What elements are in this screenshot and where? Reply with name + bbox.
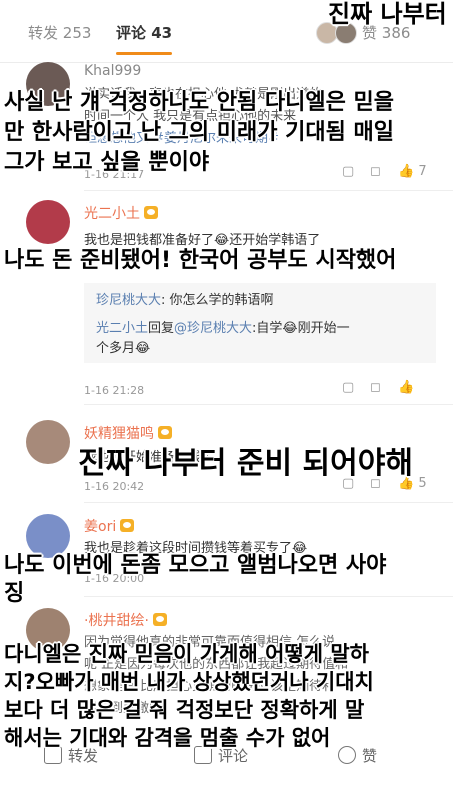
- reply-text: 个多月😂: [96, 341, 151, 356]
- subtitle-line: 사실 난 걔 걱정하나도 안됨 다니엘은 믿을: [4, 90, 395, 115]
- comment-username[interactable]: Khal999: [84, 63, 141, 79]
- reply-text: : 你怎么学的韩语啊: [161, 293, 274, 308]
- divider: [84, 502, 453, 503]
- member-badge-icon: [152, 613, 167, 626]
- subtitle-line: 지?오빠가 매번 내가 상상했던거나 기대치: [4, 670, 374, 694]
- reply-item: 光二小土回复@珍尼桃大大:自学😂刚开始一: [96, 319, 350, 339]
- avatar[interactable]: [26, 200, 70, 244]
- reply-thread[interactable]: 珍尼桃大大: 你怎么学的韩语啊 光二小土回复@珍尼桃大大:自学😂刚开始一 个多月…: [84, 283, 436, 363]
- reply-item: 珍尼桃大大: 你怎么学的韩语啊: [96, 291, 274, 311]
- comment-username[interactable]: 光二小土: [84, 203, 158, 223]
- comment-username[interactable]: ·桃井甜绘·: [84, 610, 167, 630]
- tab-repost-label: 转发: [28, 24, 59, 42]
- subtitle-translation: 사실 난 걔 걱정하나도 안됨 다니엘은 믿을 만 한사람이고 난 그의 미래가…: [4, 88, 394, 178]
- like-count: 7: [418, 164, 427, 179]
- reply-mention[interactable]: @珍尼桃大大: [174, 321, 252, 336]
- comment-time: 1-16 21:28: [84, 384, 145, 397]
- comment-username[interactable]: 姜ori: [84, 516, 135, 536]
- tab-comment-label: 评论: [116, 24, 147, 42]
- active-tab-indicator: [116, 52, 172, 55]
- subtitle-line: 다니엘은 진짜 믿음이 가게해 어떻게 말하: [4, 642, 369, 666]
- subtitle-translation: 나도 돈 준비됐어! 한국어 공부도 시작했어: [4, 248, 397, 273]
- tab-repost-count: 253: [62, 24, 92, 42]
- reply-prefix: 回复: [148, 321, 175, 336]
- tab-repost[interactable]: 转发 253: [28, 22, 91, 43]
- like-button[interactable]: 👍: [398, 380, 414, 395]
- subtitle-translation: 진짜 나부터 준비 되어야해: [78, 446, 413, 481]
- member-badge-icon: [144, 206, 158, 219]
- subtitle-line: 만 한사람이고 난 그의 미래가 기대됨 매일: [4, 120, 395, 145]
- tab-comment[interactable]: 评论 43: [116, 22, 172, 43]
- reply-username[interactable]: 珍尼桃大大: [96, 293, 161, 308]
- divider: [84, 404, 453, 405]
- subtitle-line: 해서는 기대와 감격을 멈출 수가 없어: [4, 726, 331, 750]
- tab-comment-count: 43: [151, 24, 173, 42]
- like-count: 5: [418, 476, 427, 491]
- reply-username[interactable]: 光二小土: [96, 321, 148, 336]
- reply-text: :自学😂刚开始一: [252, 321, 350, 336]
- divider: [84, 190, 453, 191]
- subtitle-line: 징: [4, 581, 25, 606]
- avatar[interactable]: [26, 420, 70, 464]
- subtitle-top: 진짜 나부터: [328, 0, 447, 28]
- like-button[interactable]: 👍 7: [398, 164, 427, 179]
- comment-reply-icon[interactable]: ◻: [370, 380, 381, 395]
- subtitle-line: 나도 이번에 돈좀 모으고 앨범나오면 사야: [4, 553, 387, 578]
- subtitle-line: 보다 더 많은 걸 줘 걱정보단 정확하게 말: [4, 698, 365, 722]
- reply-icon[interactable]: ▢: [342, 380, 354, 395]
- member-badge-icon: [120, 519, 135, 532]
- subtitle-line: 그가 보고 싶을 뿐이야: [4, 150, 210, 175]
- subtitle-translation: 나도 이번에 돈좀 모으고 앨범나오면 사야 징: [4, 552, 386, 608]
- subtitle-translation: 다니엘은 진짜 믿음이 가게해 어떻게 말하 지?오빠가 매번 내가 상상했던거…: [4, 640, 374, 752]
